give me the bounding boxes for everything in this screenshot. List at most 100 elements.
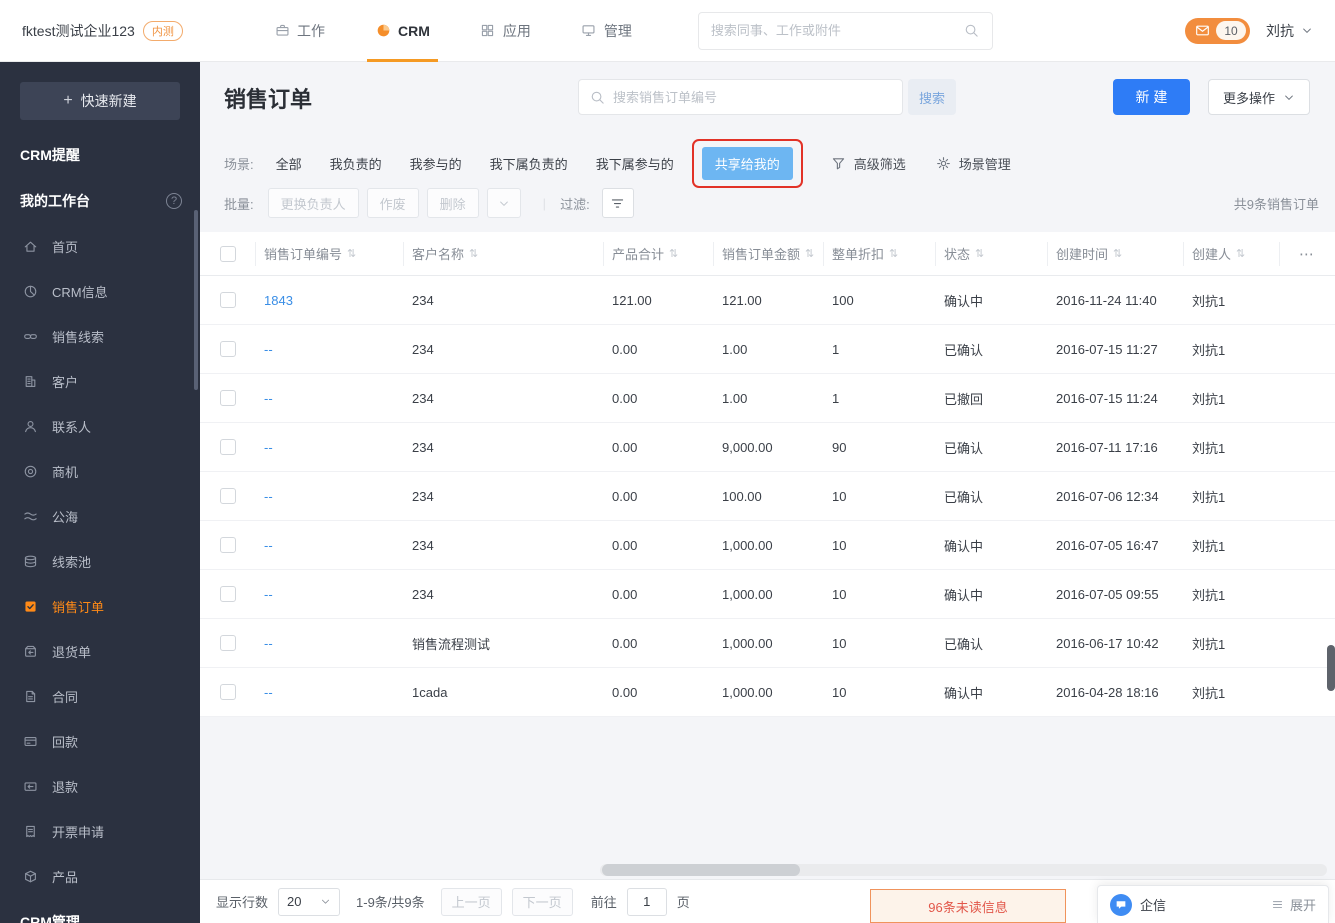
order-number-link[interactable]: --	[264, 342, 273, 357]
sidebar-section-crm-manage[interactable]: CRM管理	[0, 899, 200, 923]
order-number-link[interactable]: --	[264, 489, 273, 504]
top-nav-apps[interactable]: 应用	[480, 0, 531, 62]
scene-all[interactable]: 全部	[276, 154, 302, 173]
sidebar-item-invoice-requests[interactable]: 开票申请	[0, 809, 200, 854]
prev-page-button[interactable]: 上一页	[440, 887, 502, 916]
top-nav-work[interactable]: 工作	[274, 0, 325, 62]
sidebar-item-sales-orders[interactable]: 销售订单	[0, 584, 200, 629]
rows-per-page-select[interactable]: 20	[278, 887, 341, 916]
order-number-link[interactable]: 1843	[264, 293, 293, 308]
batch-more-button[interactable]	[486, 188, 521, 218]
sidebar-item-refunds[interactable]: 退款	[0, 764, 200, 809]
row-checkbox[interactable]	[220, 684, 236, 700]
page-number-input[interactable]	[626, 887, 667, 916]
order-number-link[interactable]: --	[264, 636, 273, 651]
payment-icon	[22, 734, 38, 750]
sidebar-item-payments[interactable]: 回款	[0, 719, 200, 764]
global-search[interactable]	[697, 11, 993, 50]
sort-icon[interactable]: ⇅	[975, 247, 984, 260]
sort-icon[interactable]: ⇅	[469, 247, 478, 260]
sidebar-item-home[interactable]: 首页	[0, 224, 200, 269]
contract-icon	[22, 689, 38, 705]
new-button[interactable]: 新 建	[1113, 79, 1190, 115]
sidebar-item-contracts[interactable]: 合同	[0, 674, 200, 719]
sort-icon[interactable]: ⇅	[889, 247, 898, 260]
column-settings-button[interactable]: ⋯	[1280, 242, 1335, 266]
order-number-link[interactable]: --	[264, 587, 273, 602]
top-nav-crm[interactable]: CRM	[367, 0, 438, 62]
order-number-link[interactable]: --	[264, 440, 273, 455]
expand-button[interactable]: 展开	[1271, 895, 1316, 914]
column-header[interactable]: 创建人 ⇅	[1184, 241, 1280, 266]
batch-change-owner-button[interactable]: 更换负责人	[267, 188, 359, 218]
filter-settings-button[interactable]	[601, 188, 634, 218]
column-header[interactable]: 客户名称 ⇅	[404, 241, 604, 266]
sidebar-item-products[interactable]: 产品	[0, 854, 200, 899]
horizontal-scrollbar[interactable]	[600, 864, 1327, 876]
column-header[interactable]: 销售订单金额 ⇅	[714, 241, 824, 266]
vertical-scrollbar-thumb[interactable]	[1327, 645, 1335, 691]
next-page-button[interactable]: 下一页	[511, 887, 573, 916]
scene-subordinates-responsible[interactable]: 我下属负责的	[490, 154, 568, 173]
sidebar-item-opportunities[interactable]: 商机	[0, 449, 200, 494]
qixin-bar[interactable]: 企信 展开	[1097, 885, 1329, 923]
help-icon[interactable]: ?	[166, 193, 182, 209]
unread-messages-notice[interactable]: 96条未读信息	[870, 889, 1066, 923]
row-checkbox[interactable]	[220, 537, 236, 553]
sidebar-item-sales-leads[interactable]: 销售线索	[0, 314, 200, 359]
column-header[interactable]: 产品合计 ⇅	[604, 241, 714, 266]
column-header[interactable]: 状态 ⇅	[936, 241, 1048, 266]
column-header[interactable]: 整单折扣 ⇅	[824, 241, 936, 266]
scene-my-responsible[interactable]: 我负责的	[330, 154, 382, 173]
sidebar-item-return-orders[interactable]: 退货单	[0, 629, 200, 674]
quick-create-button[interactable]: + 快速新建	[20, 82, 180, 120]
cell-value: 刘抗1	[1192, 440, 1226, 456]
order-number-link[interactable]: --	[264, 391, 273, 406]
sort-icon[interactable]: ⇅	[805, 247, 814, 260]
scene-my-participated[interactable]: 我参与的	[410, 154, 462, 173]
sidebar-item-contacts[interactable]: 联系人	[0, 404, 200, 449]
row-checkbox[interactable]	[220, 390, 236, 406]
search-icon[interactable]	[964, 23, 980, 39]
messages-button[interactable]: 10	[1185, 17, 1250, 44]
select-all-checkbox[interactable]	[219, 245, 236, 262]
row-checkbox[interactable]	[220, 586, 236, 602]
sidebar-item-customers[interactable]: 客户	[0, 359, 200, 404]
row-checkbox[interactable]	[220, 439, 236, 455]
scene-shared-with-me[interactable]: 共享给我的	[691, 138, 803, 188]
sidebar-section-crm-reminder[interactable]: CRM提醒	[0, 132, 200, 178]
row-checkbox[interactable]	[220, 292, 236, 308]
user-menu[interactable]: 刘抗	[1266, 21, 1313, 41]
row-checkbox[interactable]	[220, 635, 236, 651]
horizontal-scrollbar-thumb[interactable]	[602, 864, 800, 876]
sort-icon[interactable]: ⇅	[1113, 247, 1122, 260]
table-cell: 10	[824, 685, 936, 700]
sidebar-item-high-seas[interactable]: 公海	[0, 494, 200, 539]
batch-delete-button[interactable]: 删除	[426, 188, 479, 218]
top-nav-manage[interactable]: 管理	[581, 0, 632, 62]
order-number-link[interactable]: --	[264, 685, 273, 700]
global-search-input[interactable]	[710, 23, 956, 38]
more-actions-button[interactable]: 更多操作	[1208, 79, 1310, 115]
scene-manage-button[interactable]: 场景管理	[936, 154, 1011, 173]
column-header[interactable]: 销售订单编号 ⇅	[256, 241, 404, 266]
column-header[interactable]: 创建时间 ⇅	[1048, 241, 1184, 266]
order-search[interactable]	[578, 79, 903, 115]
advanced-filter-button[interactable]: 高级筛选	[831, 154, 906, 173]
sidebar-scrollbar-thumb[interactable]	[194, 210, 198, 390]
sort-icon[interactable]: ⇅	[347, 247, 356, 260]
sidebar-item-crm-info[interactable]: CRM信息	[0, 269, 200, 314]
row-checkbox[interactable]	[220, 341, 236, 357]
sort-icon[interactable]: ⇅	[1236, 247, 1245, 260]
sidebar-item-lead-pool[interactable]: 线索池	[0, 539, 200, 584]
scene-subordinates-participated[interactable]: 我下属参与的	[596, 154, 674, 173]
sidebar-item-label: 首页	[52, 240, 79, 255]
sidebar-section-my-workbench[interactable]: 我的工作台 ?	[0, 178, 200, 224]
search-button[interactable]: 搜索	[908, 79, 956, 115]
order-number-link[interactable]: --	[264, 538, 273, 553]
table-cell: 234	[404, 391, 604, 406]
batch-void-button[interactable]: 作废	[366, 188, 419, 218]
sort-icon[interactable]: ⇅	[669, 247, 678, 260]
row-checkbox[interactable]	[220, 488, 236, 504]
order-search-input[interactable]	[613, 89, 892, 105]
